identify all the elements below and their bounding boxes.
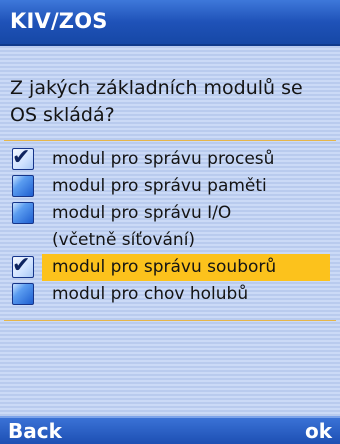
option-label: modul pro správu I/O <box>52 203 232 223</box>
checkbox-unchecked-icon[interactable] <box>12 283 34 305</box>
option-io-management-continuation: (včetně síťování) <box>12 227 330 254</box>
checkmark-icon: ✔ <box>12 145 31 170</box>
options-list: ✔ modul pro správu procesů modul pro spr… <box>12 145 330 308</box>
option-io-management[interactable]: modul pro správu I/O <box>12 200 330 227</box>
softkey-bar: Back ok <box>0 416 340 444</box>
option-label: modul pro správu paměti <box>52 176 267 196</box>
checkbox-unchecked-icon[interactable] <box>12 202 34 224</box>
option-label-continuation: (včetně síťování) <box>52 230 196 250</box>
back-softkey[interactable]: Back <box>8 419 62 443</box>
option-pigeon-breeding[interactable]: modul pro chov holubů <box>12 281 330 308</box>
checkbox-checked-icon[interactable]: ✔ <box>12 253 34 278</box>
option-memory-management[interactable]: modul pro správu paměti <box>12 173 330 200</box>
checkmark-icon: ✔ <box>12 253 31 278</box>
options-top-divider <box>4 140 336 141</box>
options-bottom-divider <box>4 320 336 321</box>
option-file-management[interactable]: ✔ modul pro správu souborů <box>12 253 330 281</box>
title-bar: KIV/ZOS <box>0 0 340 46</box>
option-process-management[interactable]: ✔ modul pro správu procesů <box>12 145 330 173</box>
option-label: modul pro správu procesů <box>52 149 275 169</box>
option-label: modul pro správu souborů <box>42 254 330 281</box>
checkbox-unchecked-icon[interactable] <box>12 175 34 197</box>
option-label: modul pro chov holubů <box>52 284 249 304</box>
ok-softkey[interactable]: ok <box>305 419 332 443</box>
checkbox-checked-icon[interactable]: ✔ <box>12 145 34 170</box>
app-title: KIV/ZOS <box>10 9 108 33</box>
question-text: Z jakých základních modulů se OS skládá? <box>10 77 303 126</box>
